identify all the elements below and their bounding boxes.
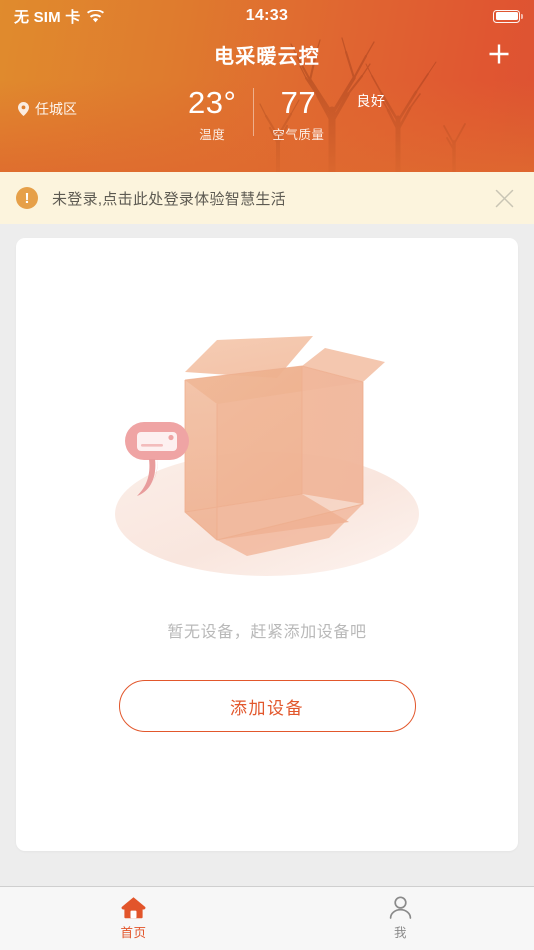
tab-profile[interactable]: 我 — [267, 887, 534, 950]
status-bar-right — [493, 9, 523, 23]
tab-home[interactable]: 首页 — [0, 887, 267, 950]
empty-state-text: 暂无设备，赶紧添加设备吧 — [167, 624, 367, 641]
add-device-button[interactable]: 添加设备 — [118, 680, 416, 732]
add-device-header-button[interactable] — [482, 37, 516, 71]
air-quality-value: 77 — [280, 85, 317, 120]
exclamation-circle-icon: ! — [16, 187, 38, 209]
temperature-metric: 23° 温度 — [172, 86, 253, 143]
bottom-tab-bar: 首页 我 — [0, 886, 534, 950]
temperature-label: 温度 — [199, 128, 226, 142]
air-quality-metric: 77 空气质量 — [254, 86, 340, 143]
tab-home-label: 首页 — [120, 926, 147, 940]
close-banner-button[interactable] — [488, 182, 520, 214]
login-prompt-banner[interactable]: ! 未登录,点击此处登录体验智慧生活 — [0, 172, 534, 224]
tab-profile-label: 我 — [393, 926, 407, 940]
device-list-card: 暂无设备，赶紧添加设备吧 添加设备 — [16, 238, 518, 851]
air-quality-label: 空气质量 — [272, 128, 325, 142]
header-nav-row: 电采暖云控 — [0, 32, 534, 76]
app-header: 无 SIM 卡 14:33 电采暖云控 任城区 23° 温度 77 空气质量 良… — [0, 0, 534, 172]
home-icon — [121, 897, 146, 919]
login-prompt-text: 未登录,点击此处登录体验智慧生活 — [52, 190, 286, 208]
page-title: 电采暖云控 — [214, 45, 320, 68]
plus-icon — [489, 44, 509, 64]
weather-metrics: 23° 温度 77 空气质量 良好 — [172, 86, 385, 143]
location-label: 任城区 — [35, 101, 77, 117]
temperature-value: 23° — [188, 85, 237, 120]
status-bar: 无 SIM 卡 14:33 — [0, 0, 534, 32]
app-root: 无 SIM 卡 14:33 电采暖云控 任城区 23° 温度 77 空气质量 良… — [0, 0, 534, 950]
empty-box-illustration — [115, 336, 419, 576]
person-icon — [389, 896, 412, 919]
close-icon — [495, 189, 513, 207]
location-pin-icon — [18, 102, 29, 116]
weather-summary: 任城区 23° 温度 77 空气质量 良好 — [0, 76, 534, 143]
content-area: 暂无设备，赶紧添加设备吧 添加设备 — [0, 224, 534, 886]
location-selector[interactable]: 任城区 — [0, 99, 172, 119]
air-quality-description: 良好 — [356, 93, 386, 109]
status-bar-clock: 14:33 — [245, 7, 289, 24]
battery-full-icon — [493, 9, 523, 23]
